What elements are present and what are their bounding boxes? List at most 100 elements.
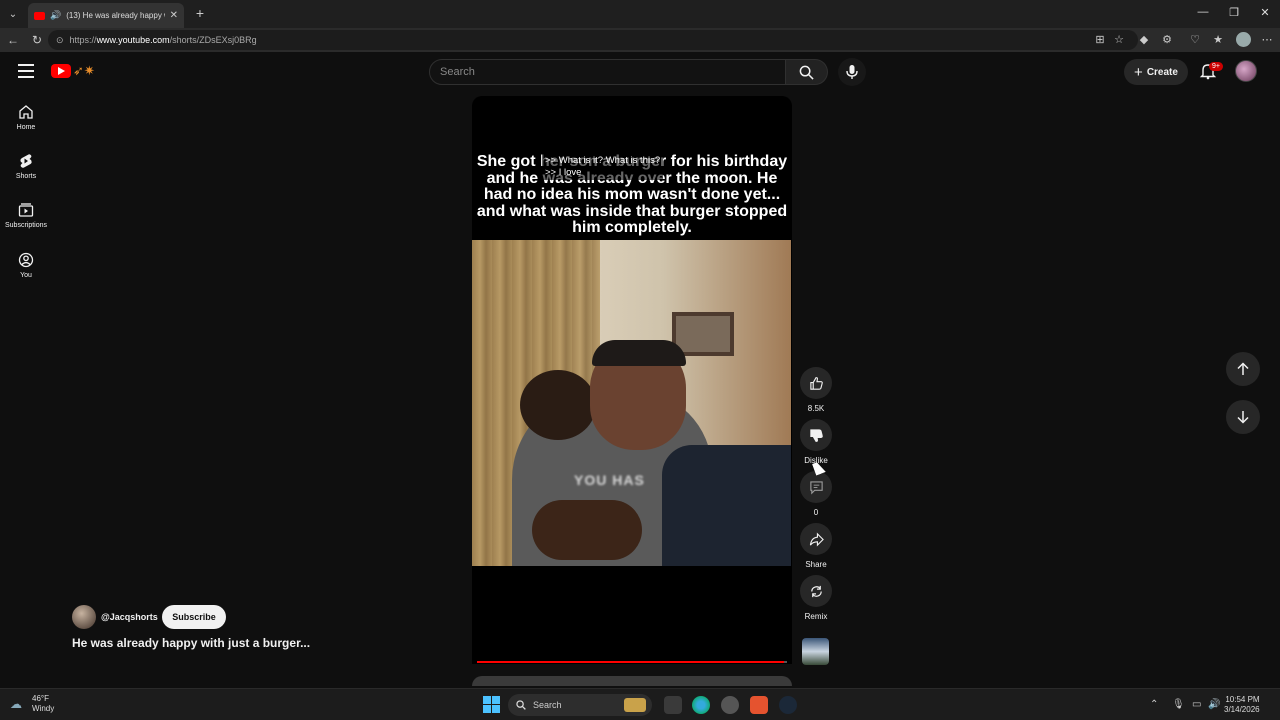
tray-chevron-icon[interactable]: ⌃ <box>1150 699 1158 710</box>
browser-essentials-icon[interactable]: ♡ <box>1188 33 1202 47</box>
extension-diamond-icon[interactable]: ◆ <box>1137 33 1151 47</box>
thumbs-down-icon <box>809 428 823 442</box>
headband-image <box>592 340 686 366</box>
back-icon[interactable]: ← <box>6 33 20 47</box>
window-close-icon[interactable]: ✕ <box>1255 6 1275 19</box>
edge-browser-icon[interactable] <box>692 696 710 714</box>
task-view-icon[interactable] <box>664 696 682 714</box>
windows-taskbar: ☁ 46°F Windy Search ⌃ 🎙 ▭ 🔊 10:54 PM 3/1… <box>0 688 1280 720</box>
tab-list-button[interactable]: ⌄ <box>4 5 22 23</box>
like-button[interactable]: 8.5K <box>796 367 836 413</box>
settings-app-icon[interactable] <box>721 696 739 714</box>
search-icon <box>799 65 814 80</box>
volume-icon[interactable]: 🔊 <box>1208 699 1220 710</box>
search-placeholder: Search <box>440 66 475 78</box>
youtube-logo-icon[interactable] <box>51 64 71 78</box>
sidebar-item-subscriptions[interactable]: Subscriptions <box>4 202 48 229</box>
sidebar-item-label: Home <box>16 124 36 131</box>
comments-button[interactable]: 0 <box>796 471 836 517</box>
system-clock[interactable]: 10:54 PM 3/14/2026 <box>1224 695 1260 715</box>
clock-time: 10:54 PM <box>1225 695 1260 704</box>
voice-search-button[interactable] <box>838 58 866 86</box>
reload-icon[interactable]: ↻ <box>30 33 44 47</box>
shorts-icon <box>20 154 32 168</box>
thumbs-up-icon <box>809 376 823 390</box>
like-count: 8.5K <box>807 404 825 413</box>
create-button[interactable]: + Create <box>1124 59 1188 85</box>
brave-browser-icon[interactable] <box>750 696 768 714</box>
plus-icon: + <box>1134 63 1143 81</box>
remix-button[interactable]: Remix <box>796 575 836 621</box>
weather-condition: Windy <box>32 704 55 713</box>
active-tab[interactable]: 🔊 (13) He was already happy wi ✕ <box>28 3 184 28</box>
sidebar-item-home[interactable]: Home <box>4 104 48 131</box>
minimize-icon[interactable]: — <box>1193 6 1213 18</box>
subscribe-button[interactable]: Subscribe <box>162 605 226 629</box>
youtube-doodle-icon[interactable]: ➶✷ <box>73 63 109 79</box>
caption-line-1: >> What is it? What is this? <box>545 155 661 166</box>
browser-address-bar: ← ↻ ⊙ https://www.youtube.com/shorts/ZDs… <box>0 28 1280 52</box>
create-label: Create <box>1146 66 1178 78</box>
channel-handle[interactable]: @Jacqshorts <box>101 612 158 622</box>
home-icon <box>19 105 33 119</box>
person-head-image <box>520 370 596 440</box>
next-short-button[interactable] <box>1226 400 1260 434</box>
channel-avatar[interactable] <box>72 605 96 629</box>
video-overlay-word: YOU HAS <box>574 472 645 488</box>
search-icon <box>516 700 526 710</box>
url-prefix: https:// <box>69 35 97 45</box>
speaker-icon: 🔊 <box>50 10 62 20</box>
woman-shirt-image <box>662 445 791 566</box>
you-icon <box>18 252 34 268</box>
sidebar-item-you[interactable]: You <box>4 252 48 279</box>
restore-icon[interactable]: ❐ <box>1224 6 1244 19</box>
sidebar-item-shorts[interactable]: Shorts <box>4 153 48 180</box>
arrow-up-icon <box>1237 362 1249 375</box>
video-progress-fill <box>477 661 784 663</box>
favorites-collection-icon[interactable]: ★ <box>1211 33 1225 47</box>
favorite-star-icon[interactable]: ☆ <box>1112 33 1126 47</box>
search-input[interactable]: Search <box>429 59 786 85</box>
share-button[interactable]: Share <box>796 523 836 569</box>
browser-menu-icon[interactable]: ⋯ <box>1260 33 1274 47</box>
browser-profile-avatar[interactable] <box>1236 32 1251 47</box>
search-button[interactable] <box>786 59 828 85</box>
video-progress-bar[interactable] <box>477 661 787 663</box>
taskbar-search-label: Search <box>533 700 562 710</box>
site-info-icon[interactable]: ⊙ <box>56 35 64 46</box>
clock-date: 3/14/2026 <box>1224 705 1260 714</box>
shorts-video-player[interactable]: She got her son a burger for his birthda… <box>472 96 792 664</box>
url-path: /shorts/ZDsEXsj0BRg <box>169 35 257 45</box>
caption-line-2: >> I love <box>545 167 582 178</box>
windows-start-icon[interactable] <box>483 696 500 713</box>
steam-icon[interactable] <box>779 696 797 714</box>
sidebar-item-label: Shorts <box>15 173 37 180</box>
dislike-button[interactable]: Dislike <box>796 419 836 465</box>
video-frame: YOU HAS <box>472 240 791 566</box>
remix-label: Remix <box>804 612 828 621</box>
comment-count: 0 <box>813 508 819 517</box>
new-tab-button[interactable]: + <box>192 5 208 21</box>
sound-thumbnail[interactable] <box>802 638 829 665</box>
account-avatar[interactable] <box>1235 60 1257 82</box>
wind-icon: ☁ <box>10 697 22 711</box>
sidebar-item-label: Subscriptions <box>4 222 48 229</box>
temperature: 46°F <box>32 694 49 703</box>
video-title[interactable]: He was already happy with just a burger.… <box>72 636 310 650</box>
notification-badge: 9+ <box>1209 62 1223 71</box>
network-icon[interactable]: ▭ <box>1192 699 1201 710</box>
previous-short-button[interactable] <box>1226 352 1260 386</box>
tab-close-icon[interactable]: ✕ <box>170 10 178 21</box>
tray-mic-icon[interactable]: 🎙 <box>1172 699 1185 710</box>
app-install-icon[interactable]: ⊞ <box>1093 33 1107 47</box>
next-short-preview[interactable] <box>472 676 792 686</box>
youtube-favicon-icon <box>34 11 45 20</box>
weather-widget[interactable]: ☁ 46°F Windy <box>10 694 54 714</box>
search-highlight-icon <box>624 698 646 712</box>
share-label: Share <box>805 560 827 569</box>
remix-icon <box>810 585 822 597</box>
taskbar-search[interactable]: Search <box>508 694 652 716</box>
menu-icon[interactable] <box>18 64 34 78</box>
extensions-puzzle-icon[interactable]: ⚙ <box>1160 33 1174 47</box>
url-field[interactable]: ⊙ https://www.youtube.com/shorts/ZDsEXsj… <box>48 30 1138 50</box>
